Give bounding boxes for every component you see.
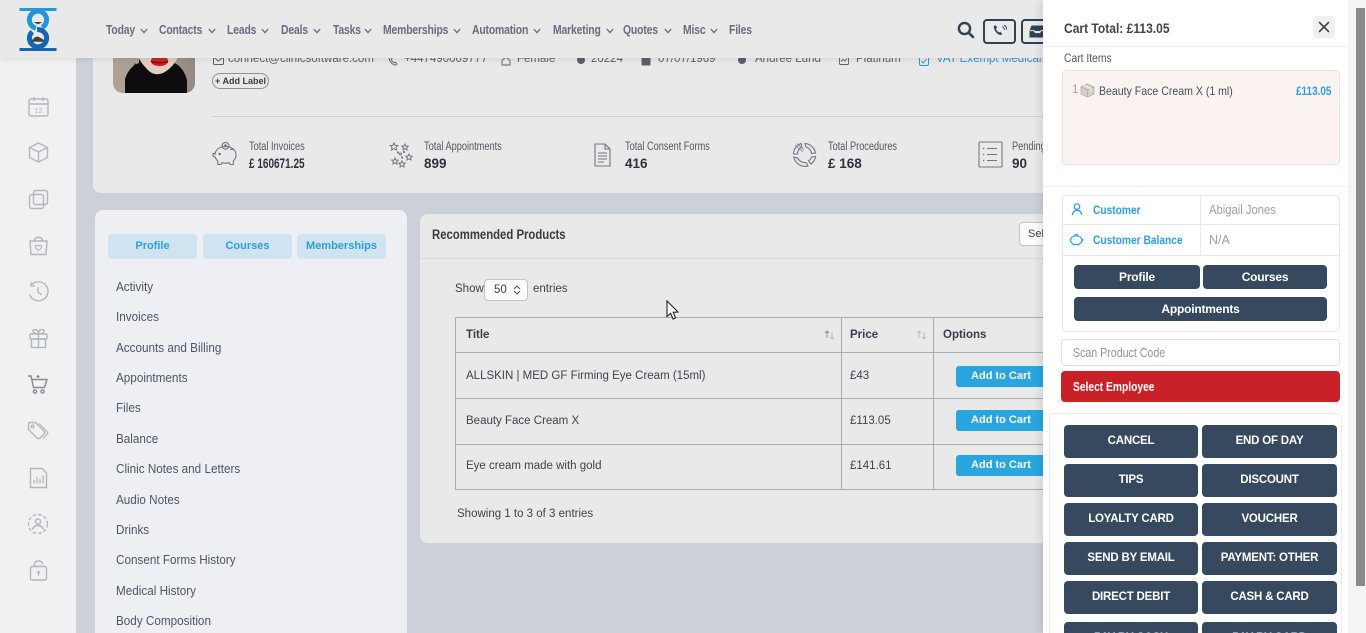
svg-text:12: 12: [34, 106, 42, 115]
